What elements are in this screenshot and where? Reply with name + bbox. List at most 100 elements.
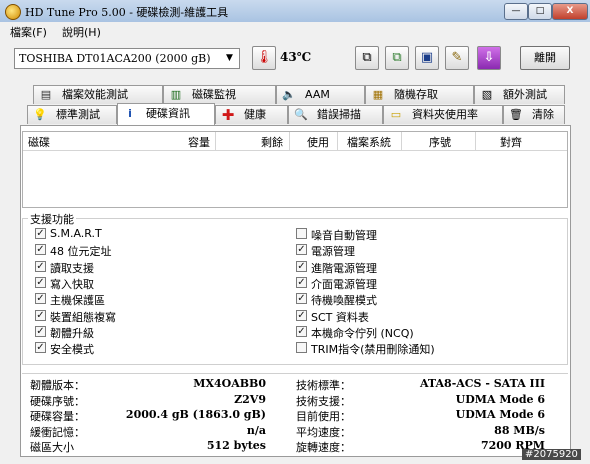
info-label-right-4: 旋轉速度： xyxy=(296,441,351,454)
tab-error-scan[interactable]: 🔍 錯誤掃描 xyxy=(288,105,383,124)
tab-folder-usage[interactable]: ▭ 資料夾使用率 xyxy=(383,105,503,124)
feature-checkbox[interactable]: ✓ xyxy=(296,260,307,272)
feature-label: 韌體升級 xyxy=(50,326,94,340)
info-value-right-2: UDMA Mode 6 xyxy=(455,408,545,421)
column-header-capacity[interactable]: 容量 xyxy=(188,134,210,150)
feature-checkbox[interactable] xyxy=(296,342,307,354)
window-title: HD Tune Pro 5.00 - 硬碟檢測-維護工具 xyxy=(25,6,229,19)
feature-checkbox[interactable] xyxy=(296,228,307,239)
tab-random-access[interactable]: ▦ 隨機存取 xyxy=(365,85,474,104)
info-icon: i xyxy=(128,107,132,120)
column-header-alignment[interactable]: 對齊 xyxy=(500,134,522,150)
feature-label: 待機喚醒模式 xyxy=(311,294,377,308)
title-bar: HD Tune Pro 5.00 - 硬碟檢測-維護工具 — □ X xyxy=(0,0,590,23)
feature-label: 進階電源管理 xyxy=(311,261,377,275)
menu-bar: 檔案(F) 說明(H) xyxy=(0,22,590,40)
feature-checkbox[interactable]: ✓ xyxy=(296,293,307,305)
feature-checkbox[interactable]: ✓ xyxy=(35,244,46,256)
tab-file-benchmark[interactable]: ▤ 檔案效能測試 xyxy=(33,85,163,104)
partitions-table[interactable]: 磁碟 容量 剩餘 使用 檔案系統 序號 對齊 xyxy=(22,131,568,208)
tab-benchmark[interactable]: 💡 標準測試 xyxy=(27,105,117,124)
random-access-icon: ▦ xyxy=(372,88,384,101)
info-label-left-3: 緩衝記憶： xyxy=(30,425,85,439)
options-button[interactable]: ✎ xyxy=(445,46,469,70)
feature-checkbox[interactable]: ✓ xyxy=(35,342,46,354)
column-header-filesystem[interactable]: 檔案系統 xyxy=(347,134,391,150)
feature-label: 介面電源管理 xyxy=(311,277,377,291)
feature-label: 48 位元定址 xyxy=(50,245,112,259)
feature-checkbox[interactable]: ✓ xyxy=(296,244,307,256)
tab-extra-tests[interactable]: ▧ 額外測試 xyxy=(474,85,565,104)
info-value-right-1: UDMA Mode 6 xyxy=(455,392,545,406)
feature-checkbox[interactable]: ✓ xyxy=(35,276,46,288)
info-label-left-2: 硬碟容量： xyxy=(30,410,85,423)
info-value-left-2: 2000.4 gB (1863.0 gB) xyxy=(125,408,266,421)
info-label-right-2: 目前使用： xyxy=(296,410,351,423)
tab-erase[interactable]: 🗑 清除 xyxy=(503,105,565,124)
tab-disk-monitor[interactable]: ▥ 磁碟監視 xyxy=(163,85,276,104)
disk-monitor-icon: ▥ xyxy=(170,88,182,101)
exit-button[interactable]: 離開 xyxy=(520,46,570,70)
tab-health[interactable]: ✚ 健康 xyxy=(215,105,288,124)
close-button[interactable]: X xyxy=(552,3,588,20)
maximize-button[interactable]: □ xyxy=(528,3,552,20)
feature-label: S.M.A.R.T xyxy=(50,227,102,240)
feature-label: 寫入快取 xyxy=(50,277,94,291)
column-header-used[interactable]: 使用 xyxy=(307,134,329,150)
download-button[interactable]: ⇩ xyxy=(477,46,501,70)
info-value-left-4: 512 bytes xyxy=(206,439,266,452)
column-header-serial[interactable]: 序號 xyxy=(429,134,451,150)
feature-checkbox[interactable]: ✓ xyxy=(35,325,46,337)
minimize-button[interactable]: — xyxy=(504,3,528,20)
copy-text-button[interactable]: ⧉ xyxy=(355,46,379,70)
arrow-down-icon: ⇩ xyxy=(483,50,495,65)
info-label-right-0: 技術標準： xyxy=(296,379,351,392)
copy-screenshot-button[interactable]: ⧉ xyxy=(385,46,409,70)
folder-icon: ▭ xyxy=(390,108,402,121)
file-benchmark-icon: ▤ xyxy=(40,88,52,101)
copy-image-icon: ⧉ xyxy=(392,50,402,65)
feature-label: 讀取支援 xyxy=(50,261,94,275)
feature-label: 主機保護區 xyxy=(50,294,105,308)
column-header-free[interactable]: 剩餘 xyxy=(261,134,283,150)
info-value-left-0: MX4OABB0 xyxy=(193,377,266,390)
table-header: 磁碟 容量 剩餘 使用 檔案系統 序號 對齊 xyxy=(23,132,567,151)
wrench-icon: ✎ xyxy=(451,50,463,65)
feature-label: 電源管理 xyxy=(311,245,355,259)
menu-file[interactable]: 檔案(F) xyxy=(10,24,47,40)
info-value-right-3: 88 MB/s xyxy=(494,423,545,437)
tab-aam[interactable]: 🔈 AAM xyxy=(276,85,365,104)
info-label-left-4: 磁區大小 xyxy=(30,441,74,454)
extra-tests-icon: ▧ xyxy=(481,88,493,101)
chevron-down-icon[interactable]: ▼ xyxy=(222,51,237,66)
info-value-left-3: n/a xyxy=(246,423,266,437)
info-value-left-1: Z2V9 xyxy=(234,392,266,406)
info-label-left-0: 韌體版本： xyxy=(30,379,85,392)
info-label-right-3: 平均速度： xyxy=(296,425,351,439)
save-button[interactable]: ▣ xyxy=(415,46,439,70)
tab-info[interactable]: i 硬碟資訊 xyxy=(117,103,215,125)
feature-label: SCT 資料表 xyxy=(311,310,369,324)
info-value-right-0: ATA8-ACS - SATA III xyxy=(420,377,545,390)
feature-checkbox[interactable]: ✓ xyxy=(296,325,307,337)
info-label-right-1: 技術支援： xyxy=(296,394,351,408)
thermometer-icon[interactable]: 🌡 xyxy=(252,46,276,70)
watermark: #2075920 xyxy=(522,449,581,460)
floppy-disk-icon: ▣ xyxy=(420,50,434,65)
features-title: 支援功能 xyxy=(28,211,76,227)
feature-label: TRIM指令(禁用刪除通知) xyxy=(311,343,435,357)
column-header-disk[interactable]: 磁碟 xyxy=(28,134,50,150)
trash-icon: 🗑 xyxy=(509,108,523,121)
feature-checkbox[interactable]: ✓ xyxy=(296,309,307,321)
feature-checkbox[interactable]: ✓ xyxy=(35,309,46,321)
feature-label: 本機命令佇列 (NCQ) xyxy=(311,326,414,340)
feature-checkbox[interactable]: ✓ xyxy=(35,260,46,272)
info-label-left-1: 硬碟序號： xyxy=(30,394,85,408)
drive-select[interactable]: TOSHIBA DT01ACA200 (2000 gB) ▼ xyxy=(14,48,240,69)
feature-checkbox[interactable]: ✓ xyxy=(35,228,46,239)
feature-checkbox[interactable]: ✓ xyxy=(296,276,307,288)
menu-help[interactable]: 說明(H) xyxy=(62,24,101,40)
feature-label: 裝置組態複寫 xyxy=(50,310,116,324)
copy-icon: ⧉ xyxy=(362,50,372,65)
feature-checkbox[interactable]: ✓ xyxy=(35,293,46,305)
